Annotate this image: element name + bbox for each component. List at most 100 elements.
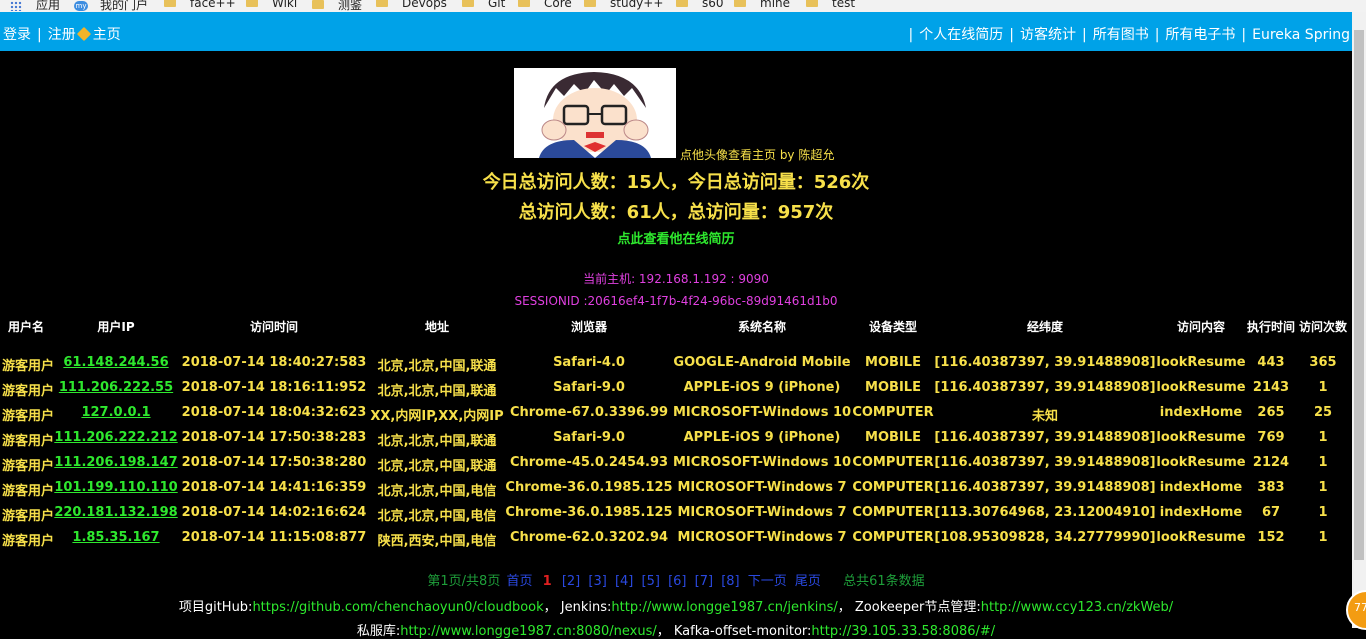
table-cell: Chrome-36.0.1985.125 [505, 480, 673, 495]
ip-link[interactable]: 1.85.35.167 [72, 530, 159, 545]
my-badge-icon: my [74, 0, 88, 11]
column-header: 执行时间 [1246, 320, 1296, 334]
bookmark-item[interactable]: Devops [376, 0, 447, 10]
table-cell: lookResume [1156, 455, 1246, 470]
table-cell: MICROSOFT-Windows 7 [677, 480, 847, 495]
page-link[interactable]: [8] [721, 574, 739, 589]
register-link[interactable]: 注册 [48, 27, 76, 43]
folder-icon [676, 0, 688, 7]
table-cell: [116.40387397, 39.91488908] [934, 455, 1156, 470]
avatar[interactable] [514, 68, 676, 158]
bookmark-item[interactable]: s60 [676, 0, 724, 10]
table-cell: 365 [1309, 355, 1337, 370]
home-link[interactable]: 主页 [93, 27, 121, 43]
folder-icon [734, 0, 746, 7]
nexus-link[interactable]: http://www.longge1987.cn:8080/nexus/ [400, 624, 657, 639]
separator: | [37, 27, 42, 43]
nav-link[interactable]: 所有电子书 [1165, 27, 1235, 43]
table-cell: 1 [1318, 480, 1328, 495]
github-link[interactable]: https://github.com/chenchaoyun0/cloudboo… [252, 600, 543, 615]
next-page-link[interactable]: 下一页 [748, 574, 787, 589]
kafka-label: ， Kafka-offset-monitor: [656, 624, 812, 639]
table-cell: 北京,北京,中国,联通 [377, 384, 497, 399]
ip-link[interactable]: 127.0.0.1 [81, 405, 150, 420]
page-link[interactable]: [4] [615, 574, 633, 589]
last-page-link[interactable]: 尾页 [795, 574, 821, 589]
bookmark-item[interactable]: Git [462, 0, 505, 10]
table-cell: Chrome-36.0.1985.125 [505, 505, 673, 520]
separator: | [1154, 27, 1160, 43]
login-link[interactable]: 登录 [3, 27, 31, 43]
table-cell: COMPUTER [852, 405, 934, 420]
scroll-thumb[interactable] [1354, 30, 1364, 560]
github-label: 项目gitHub: [178, 600, 253, 615]
table-cell: 443 [1257, 355, 1285, 370]
nav-link[interactable]: 访客统计 [1020, 27, 1076, 43]
column-header: 设备类型 [868, 320, 918, 334]
table-cell: COMPUTER [852, 505, 934, 520]
jenkins-link[interactable]: http://www.longge1987.cn/jenkins/ [611, 600, 837, 615]
zookeeper-label: ， Zookeeper节点管理: [837, 600, 981, 615]
footer-line-2: 私服库:http://www.longge1987.cn:8080/nexus/… [0, 620, 1352, 639]
page-link[interactable]: [3] [588, 574, 606, 589]
page-scrollbar[interactable] [1352, 12, 1366, 628]
table-cell: [108.95309828, 34.27779990] [934, 530, 1156, 545]
bookmark-item[interactable]: Core [518, 0, 572, 10]
table-cell: 265 [1257, 405, 1285, 420]
bookmark-item[interactable]: my 我的门户 [74, 0, 148, 12]
page-link[interactable]: [6] [668, 574, 686, 589]
avatar-caption: 点他头像查看主页 by 陈超允 [680, 148, 835, 162]
separator: | [1009, 27, 1014, 43]
ip-link[interactable]: 101.199.110.110 [54, 480, 177, 495]
apps-grid-icon [10, 0, 22, 11]
table-cell: 北京,北京,中国,电信 [377, 509, 497, 524]
page-link[interactable]: [7] [695, 574, 713, 589]
first-page-link[interactable]: 首页 [506, 574, 532, 589]
table-cell: 2018-07-14 14:41:16:359 [181, 480, 367, 495]
table-cell: 383 [1257, 480, 1285, 495]
bookmark-item[interactable]: 测鉴 [312, 0, 362, 12]
table-cell: 陕西,西安,中国,电信 [377, 534, 497, 549]
ip-link[interactable]: 220.181.132.198 [54, 505, 177, 520]
zookeeper-link[interactable]: http://www.ccy123.cn/zkWeb/ [981, 600, 1173, 615]
nav-link[interactable]: Eureka Spring [1252, 27, 1350, 43]
bookmark-item[interactable]: mine [734, 0, 790, 10]
pencil-icon [76, 26, 91, 42]
table-cell: 游客用户 [2, 384, 55, 399]
table-cell: 游客用户 [2, 409, 55, 424]
ip-link[interactable]: 61.148.244.56 [63, 355, 168, 370]
bookmark-item[interactable]: 应用 [10, 0, 60, 12]
ip-link[interactable]: 111.206.222.55 [59, 380, 173, 395]
ip-link[interactable]: 111.206.222.212 [54, 430, 177, 445]
table-cell: 1 [1318, 530, 1328, 545]
page-link[interactable]: [2] [562, 574, 580, 589]
bookmark-item[interactable]: face++ [164, 0, 236, 10]
separator: | [1081, 27, 1087, 43]
ip-link[interactable]: 111.206.198.147 [54, 455, 177, 470]
today-stats: 今日总访问人数：15人，今日总访问量：526次 [482, 172, 870, 193]
table-cell: 67 [1261, 505, 1281, 520]
folder-icon [246, 0, 258, 7]
bookmark-label: mine [760, 0, 791, 10]
table-cell: 1 [1318, 380, 1328, 395]
bookmark-label: Devops [402, 0, 447, 10]
kafka-link[interactable]: http://39.105.33.58:8086/#/ [811, 624, 995, 639]
bookmark-item[interactable]: study++ [584, 0, 663, 10]
bookmark-item[interactable]: Wiki [246, 0, 297, 10]
footer-line-1: 项目gitHub:https://github.com/chenchaoyun0… [0, 596, 1352, 615]
column-header: 访问时间 [249, 320, 299, 334]
table-cell: indexHome [1159, 480, 1243, 495]
folder-icon [312, 0, 324, 9]
page-link[interactable]: [5] [642, 574, 660, 589]
resume-link[interactable]: 点此查看他在线简历 [0, 228, 1352, 247]
bookmark-item[interactable]: test [806, 0, 855, 10]
bookmark-label: Wiki [272, 0, 298, 10]
nav-link[interactable]: 个人在线简历 [919, 27, 1003, 43]
table-cell: Safari-9.0 [553, 430, 625, 445]
table-cell: 2143 [1252, 380, 1290, 395]
nav-link[interactable]: 所有图书 [1093, 27, 1149, 43]
table-cell: 25 [1313, 405, 1333, 420]
pagination: 第1页/共8页 首页 1 [2] [3] [4] [5] [6] [7] [8]… [0, 570, 1352, 589]
nexus-label: 私服库: [356, 624, 401, 639]
column-header: 访问内容 [1176, 320, 1226, 334]
